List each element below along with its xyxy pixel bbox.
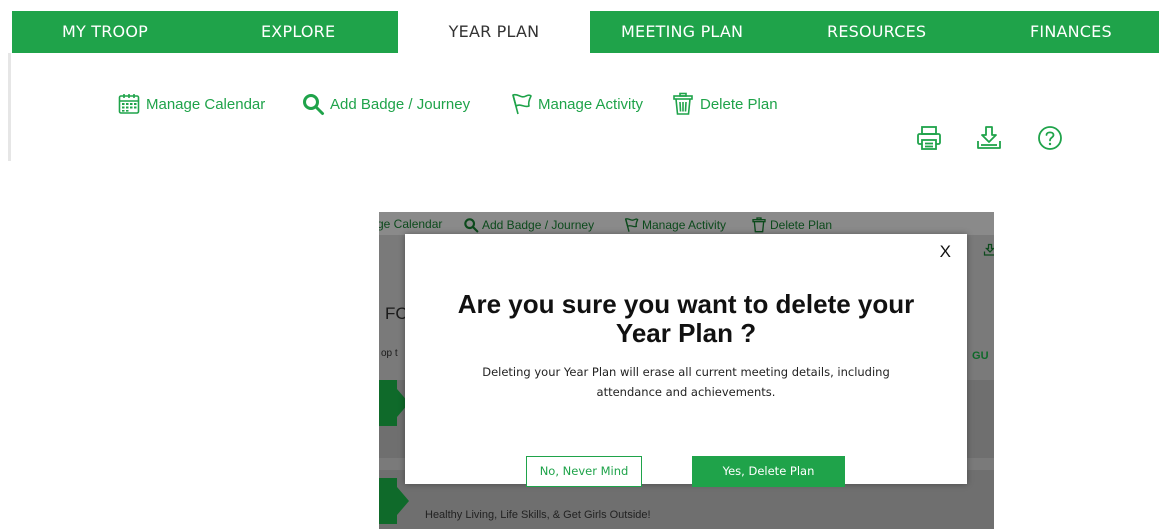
confirm-delete-button[interactable]: Yes, Delete Plan — [692, 456, 845, 487]
download-icon[interactable] — [975, 124, 1003, 152]
trash-icon — [671, 92, 695, 116]
background-row-text: Healthy Living, Life Skills, & Get Girls… — [425, 509, 651, 521]
background-download-icon — [983, 242, 994, 263]
tab-explore[interactable]: EXPLORE — [261, 11, 335, 53]
trash-icon — [751, 217, 767, 233]
background-badge-text: Add Badge / Journey — [482, 218, 595, 232]
background-manage-activity: Manage Activity — [623, 217, 726, 233]
close-button[interactable]: X — [940, 242, 951, 262]
background-calendar-text: ge Calendar — [379, 217, 443, 231]
add-badge-journey-label: Add Badge / Journey — [330, 95, 471, 113]
background-delete-plan: Delete Plan — [751, 217, 832, 233]
search-icon — [301, 92, 325, 116]
search-icon — [463, 217, 479, 233]
manage-activity-label: Manage Activity — [538, 95, 644, 113]
flag-icon — [509, 92, 533, 116]
background-subtext: op t — [381, 348, 398, 359]
manage-calendar-button[interactable]: Manage Calendar — [117, 91, 265, 117]
manage-calendar-label: Manage Calendar — [146, 95, 266, 113]
main-nav: MY TROOP EXPLORE YEAR PLAN MEETING PLAN … — [12, 11, 1159, 53]
background-arrow-marker — [379, 380, 409, 426]
delete-plan-button[interactable]: Delete Plan — [671, 91, 778, 117]
cancel-button[interactable]: No, Never Mind — [526, 456, 642, 487]
tab-finances[interactable]: FINANCES — [1030, 11, 1112, 53]
help-icon[interactable] — [1036, 124, 1064, 152]
calendar-icon — [117, 92, 141, 116]
background-add-badge: Add Badge / Journey — [463, 217, 594, 233]
background-arrow-marker — [379, 478, 409, 524]
delete-plan-label: Delete Plan — [700, 95, 778, 113]
flag-icon — [623, 217, 639, 233]
background-manage-calendar: ge Calendar — [379, 217, 442, 231]
tab-resources[interactable]: RESOURCES — [827, 11, 926, 53]
delete-confirmation-screenshot: ge Calendar Add Badge / Journey Manage A… — [379, 212, 994, 529]
manage-activity-button[interactable]: Manage Activity — [509, 91, 643, 117]
modal-message: Deleting your Year Plan will erase all c… — [482, 365, 890, 399]
content-left-border — [8, 53, 11, 161]
tab-my-troop[interactable]: MY TROOP — [62, 11, 148, 53]
tab-meeting-plan[interactable]: MEETING PLAN — [621, 11, 743, 53]
background-right-text: GU — [969, 350, 989, 362]
print-icon[interactable] — [915, 124, 943, 152]
delete-plan-modal: X Are you sure you want to delete your Y… — [405, 234, 967, 487]
add-badge-journey-button[interactable]: Add Badge / Journey — [301, 91, 470, 117]
tab-year-plan[interactable]: YEAR PLAN — [398, 11, 590, 53]
modal-title: Are you sure you want to delete your Yea… — [457, 289, 915, 348]
background-delete-text: Delete Plan — [770, 218, 833, 232]
background-activity-text: Manage Activity — [642, 218, 727, 232]
